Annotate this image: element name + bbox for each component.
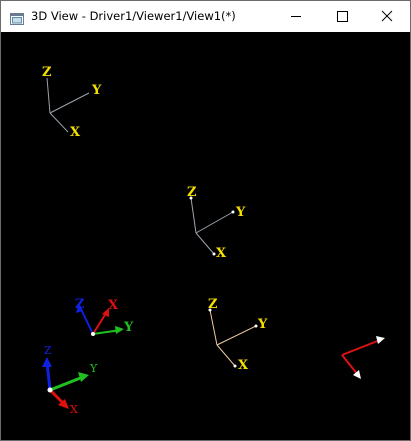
title-bar[interactable]: 3D View - Driver1/Viewer1/View1(*) [1, 1, 410, 32]
triad-3-x-label: X [238, 358, 249, 373]
coordinate-triad-3[interactable]: Z Y X [208, 297, 268, 373]
triad-3-z-label: Z [208, 297, 218, 312]
minimize-button[interactable] [273, 1, 319, 32]
triad-5-y-label: Y [89, 362, 98, 375]
maximize-button[interactable] [319, 1, 365, 32]
triad-4-x-label: X [108, 298, 119, 313]
triad-5-x-label: X [70, 403, 78, 416]
coordinate-triad-2[interactable]: Z Y X [187, 185, 246, 261]
triad-1-y-label: Y [91, 83, 102, 98]
red-axis-marker[interactable] [341, 336, 385, 379]
triad-2-x-label: X [216, 246, 227, 261]
triad-1-z-label: Z [42, 65, 52, 80]
app-icon [10, 10, 24, 25]
3d-viewport[interactable]: Z Y X Z Y X Z Y X Z X Y Z Y X [1, 32, 410, 440]
triad-1-x-label: X [70, 125, 81, 140]
coordinate-triad-4[interactable]: Z X Y [75, 297, 134, 336]
triad-2-y-label: Y [235, 205, 246, 220]
triad-2-z-label: Z [187, 185, 197, 200]
triad-3-y-label: Y [257, 317, 268, 332]
coordinate-triad-1[interactable]: Z Y X [42, 65, 102, 140]
triad-4-z-label: Z [75, 297, 85, 312]
triad-4-y-label: Y [123, 320, 134, 335]
coordinate-triad-5[interactable]: Z Y X [42, 344, 98, 416]
close-button[interactable] [364, 1, 410, 32]
triad-5-z-label: Z [44, 344, 52, 357]
window-title: 3D View - Driver1/Viewer1/View1(*) [31, 9, 236, 23]
maximize-icon [337, 11, 348, 22]
close-icon [381, 10, 393, 22]
application-window: 3D View - Driver1/Viewer1/View1(*) Z Y X… [0, 0, 411, 441]
